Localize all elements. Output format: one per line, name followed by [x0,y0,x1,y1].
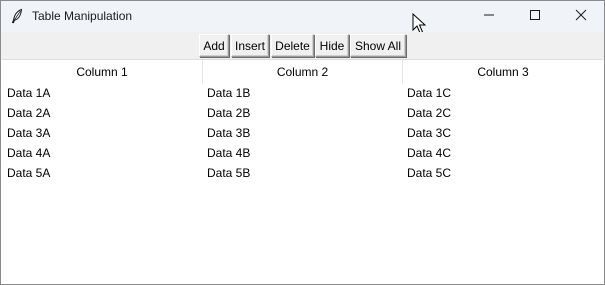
hide-button[interactable]: Hide [315,34,349,57]
table-cell: Data 4A [7,146,51,160]
table-row[interactable]: Data 4A Data 4B Data 4C [2,143,603,163]
minimize-icon [483,9,495,24]
table-cell: Data 5A [7,166,51,180]
table-row[interactable]: Data 2A Data 2B Data 2C [2,103,603,123]
table-row[interactable]: Data 3A Data 3B Data 3C [2,123,603,143]
table-row[interactable]: Data 5A Data 5B Data 5C [2,163,603,183]
close-icon [575,9,587,24]
table-header: Column 1 Column 2 Column 3 [2,59,603,84]
delete-button[interactable]: Delete [271,34,314,57]
title-bar[interactable]: Table Manipulation [1,1,604,32]
table-cell: Data 4C [407,146,452,160]
column-header-2[interactable]: Column 2 [202,60,402,84]
add-button[interactable]: Add [199,34,229,57]
maximize-button[interactable] [512,1,558,32]
minimize-button[interactable] [466,1,512,32]
table-body: Data 1A Data 1B Data 1C Data 2A Data 2B … [2,83,603,183]
app-window: Table Manipulation Add Insert Delete Hid… [0,0,605,285]
show-all-button[interactable]: Show All [350,34,406,57]
column-header-1[interactable]: Column 1 [2,60,202,84]
table-cell: Data 2C [407,106,452,120]
column-header-3[interactable]: Column 3 [402,60,603,84]
table-cell: Data 3B [207,126,251,140]
table-cell: Data 1C [407,86,452,100]
table-cell: Data 5C [407,166,452,180]
insert-button[interactable]: Insert [231,34,269,57]
data-table[interactable]: Column 1 Column 2 Column 3 Data 1A Data … [2,59,603,284]
table-cell: Data 4B [207,146,251,160]
maximize-icon [529,9,541,24]
table-cell: Data 1B [207,86,251,100]
table-cell: Data 1A [7,86,51,100]
close-button[interactable] [558,1,604,32]
toolbar: Add Insert Delete Hide Show All [1,32,604,59]
table-cell: Data 2B [207,106,251,120]
table-cell: Data 3C [407,126,452,140]
table-cell: Data 3A [7,126,51,140]
table-row[interactable]: Data 1A Data 1B Data 1C [2,83,603,103]
feather-icon [9,8,25,24]
table-cell: Data 2A [7,106,51,120]
window-title: Table Manipulation [32,9,133,23]
table-cell: Data 5B [207,166,251,180]
